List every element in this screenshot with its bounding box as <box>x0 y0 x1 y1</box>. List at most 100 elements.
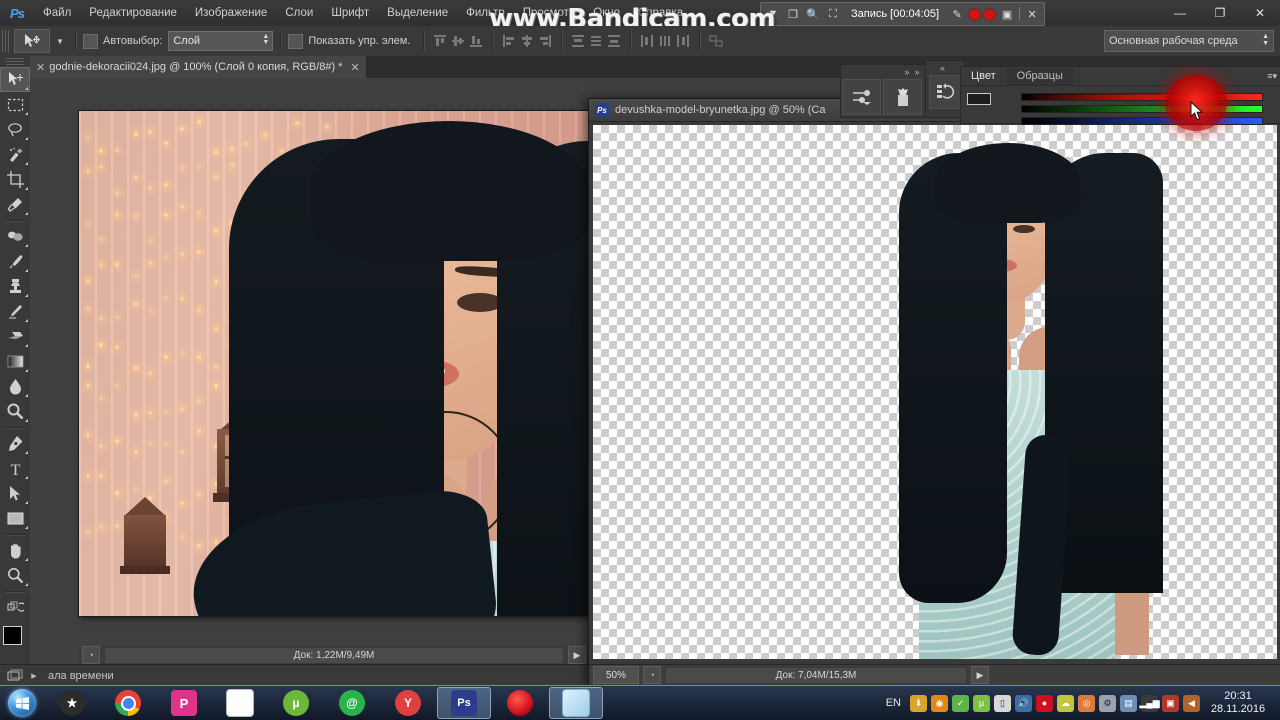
show-transform-controls-checkbox[interactable] <box>288 34 303 49</box>
expand-icon[interactable]: « <box>940 63 945 73</box>
adjustments-icon[interactable] <box>842 79 881 115</box>
close-button[interactable]: ✕ <box>1240 0 1280 26</box>
network-icon[interactable]: ▤ <box>1120 695 1137 712</box>
tool-clone-stamp[interactable] <box>0 274 30 299</box>
record-icon[interactable] <box>969 9 980 20</box>
download-icon[interactable]: ⬇ <box>910 695 927 712</box>
language-indicator[interactable]: EN <box>886 697 901 709</box>
timeline-panel-bar[interactable]: ▶ ала времени <box>0 664 588 687</box>
taskbar-item-whatsapp[interactable]: @ <box>325 687 379 719</box>
menu-file[interactable]: Файл <box>34 3 80 23</box>
tool-type[interactable]: T <box>0 456 30 481</box>
collapse-icon[interactable]: » <box>914 67 919 77</box>
history-icon[interactable] <box>929 75 961 109</box>
minimize-button[interactable]: — <box>1160 0 1200 26</box>
options-bar-grip[interactable] <box>2 30 11 52</box>
menu-help[interactable]: Справка <box>629 3 692 23</box>
status-expand-icon[interactable]: ▶ <box>971 666 989 684</box>
speaker-icon[interactable]: ◀ <box>1183 695 1200 712</box>
chevron-down-icon[interactable]: ▼ <box>765 6 781 22</box>
tool-rectangle[interactable] <box>0 506 30 531</box>
tool-move[interactable] <box>0 67 30 92</box>
align-right-edges-icon[interactable] <box>536 31 554 51</box>
magnifier-icon[interactable]: 🔍 <box>805 6 821 22</box>
pencil-icon[interactable]: ✎ <box>949 6 965 22</box>
volume-icon[interactable]: 🔊 <box>1015 695 1032 712</box>
signal-icon[interactable]: ▂▄▆ <box>1141 695 1158 712</box>
tab-color[interactable]: Цвет <box>961 68 1006 85</box>
distribute-right-icon[interactable] <box>674 31 692 51</box>
tool-crop[interactable] <box>0 167 30 192</box>
foreground-color-swatch[interactable] <box>3 626 22 645</box>
status-expand-icon[interactable]: ▶ <box>568 646 586 664</box>
status-options-icon[interactable]: ◔ <box>82 646 100 664</box>
timeline-collapse-icon[interactable]: ▶ <box>26 668 42 684</box>
shield-icon[interactable]: ◉ <box>931 695 948 712</box>
taskbar-item-explorer-dark[interactable]: ★ <box>45 687 99 719</box>
menu-type[interactable]: Шрифт <box>322 3 378 23</box>
distribute-top-icon[interactable] <box>569 31 587 51</box>
tab-swatches[interactable]: Образцы <box>1007 68 1073 85</box>
align-bottom-edges-icon[interactable] <box>467 31 485 51</box>
restore-button[interactable]: ❐ <box>1200 0 1240 26</box>
auto-align-layers-icon[interactable] <box>707 31 725 51</box>
tool-preset-chevron-icon[interactable]: ▼ <box>52 33 68 49</box>
usb-icon[interactable]: ▯ <box>994 695 1011 712</box>
autoselect-checkbox[interactable] <box>83 34 98 49</box>
record-icon[interactable] <box>984 9 995 20</box>
tool-brush[interactable] <box>0 249 30 274</box>
start-button[interactable] <box>0 687 44 719</box>
utorrent-icon[interactable]: µ <box>973 695 990 712</box>
clock[interactable]: 20:31 28.11.2016 <box>1202 690 1274 716</box>
settings-icon[interactable]: ⚙ <box>1099 695 1116 712</box>
tool-eraser[interactable] <box>0 324 30 349</box>
close-icon[interactable]: ✕ <box>1024 6 1040 22</box>
check-icon[interactable]: ✓ <box>952 695 969 712</box>
distribute-horizontal-center-icon[interactable] <box>656 31 674 51</box>
document-tab[interactable]: ✕ godnie-dekoracii024.jpg @ 100% (Слой 0… <box>30 56 367 78</box>
menu-window[interactable]: Окно <box>584 3 629 23</box>
taskbar-item-yandex[interactable]: Y <box>381 687 435 719</box>
autoselect-scope-select[interactable]: Слой ▲▼ <box>168 31 273 51</box>
tool-hand[interactable] <box>0 538 30 563</box>
taskbar-item-notepad[interactable] <box>549 687 603 719</box>
tool-blur[interactable] <box>0 374 30 399</box>
taskbar-item-photoshop[interactable]: Ps <box>437 687 491 719</box>
color-swatches[interactable] <box>0 624 30 660</box>
move-tool-icon[interactable] <box>14 29 50 53</box>
tool-lasso[interactable] <box>0 117 30 142</box>
floating-document-canvas[interactable] <box>593 125 1277 659</box>
menu-edit[interactable]: Редактирование <box>80 3 186 23</box>
tool-spot-healing-brush[interactable] <box>0 224 30 249</box>
align-top-edges-icon[interactable] <box>431 31 449 51</box>
menu-layers[interactable]: Слои <box>276 3 322 23</box>
menu-filter[interactable]: Фильтр <box>457 3 514 23</box>
align-left-edges-icon[interactable] <box>500 31 518 51</box>
fullscreen-icon[interactable]: ⛶ <box>825 6 841 22</box>
align-vertical-centers-icon[interactable] <box>449 31 467 51</box>
taskbar-item-bandicam[interactable] <box>493 687 547 719</box>
display-icon[interactable]: ▣ <box>1162 695 1179 712</box>
tool-history-brush[interactable] <box>0 299 30 324</box>
tool-gradient[interactable] <box>0 349 30 374</box>
target-icon[interactable]: ◎ <box>1078 695 1095 712</box>
camera-icon[interactable]: ▣ <box>999 6 1015 22</box>
menu-image[interactable]: Изображение <box>186 3 276 23</box>
tool-zoom[interactable] <box>0 563 30 588</box>
tools-panel-grip[interactable] <box>6 58 24 65</box>
tool-rectangular-marquee[interactable] <box>0 92 30 117</box>
tool-edit-toolbar[interactable] <box>0 595 30 620</box>
cloud-icon[interactable]: ☁ <box>1057 695 1074 712</box>
window-icon[interactable]: ❐ <box>785 6 801 22</box>
taskbar-item-document[interactable] <box>213 687 267 719</box>
styles-icon[interactable] <box>883 79 922 115</box>
distribute-bottom-icon[interactable] <box>605 31 623 51</box>
panel-menu-icon[interactable]: ≡▾ <box>1267 71 1277 82</box>
align-horizontal-centers-icon[interactable] <box>518 31 536 51</box>
menu-view[interactable]: Просмотр <box>514 3 585 23</box>
status-options-icon[interactable]: ◔ <box>643 666 661 684</box>
tool-pen[interactable] <box>0 431 30 456</box>
color-panel-foreground-swatch[interactable] <box>967 93 991 105</box>
taskbar-item-paint[interactable]: P <box>157 687 211 719</box>
tool-dodge[interactable] <box>0 399 30 424</box>
